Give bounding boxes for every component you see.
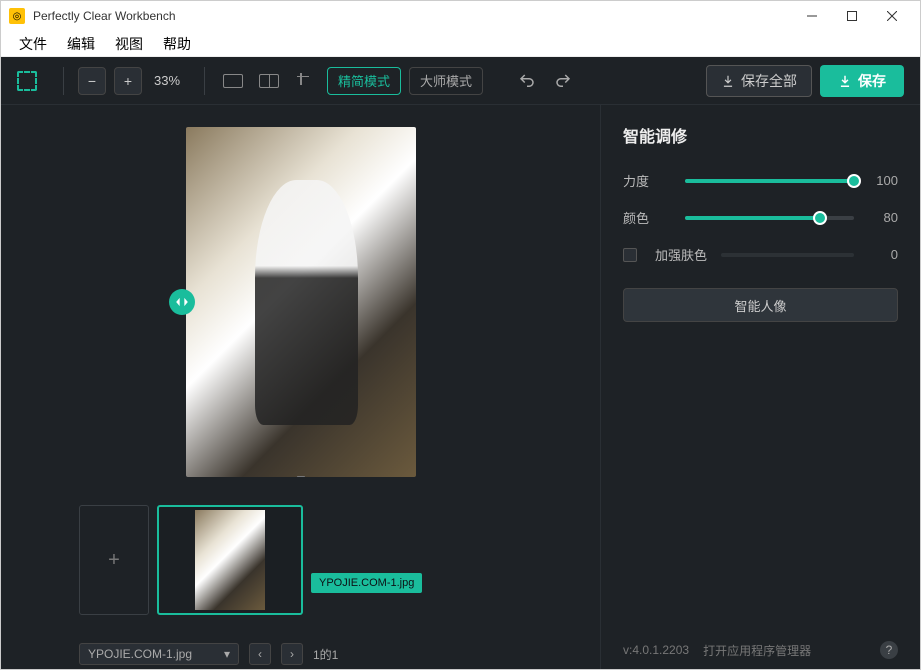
skin-slider-row: 加强肤色 0	[623, 245, 898, 264]
compare-slider-handle[interactable]	[169, 289, 195, 315]
add-image-button[interactable]: +	[79, 505, 149, 615]
file-dropdown[interactable]: YPOJIE.COM-1.jpg ▾	[79, 643, 239, 665]
image-viewport[interactable]: ▲	[1, 105, 600, 499]
chevron-down-icon: ▾	[224, 647, 230, 661]
mode-master-button[interactable]: 大师模式	[409, 67, 483, 95]
save-all-button[interactable]: 保存全部	[706, 65, 812, 97]
view-single-icon[interactable]	[219, 67, 247, 95]
crop-icon[interactable]	[291, 67, 319, 95]
zoom-in-button[interactable]: +	[114, 67, 142, 95]
menu-edit[interactable]: 编辑	[57, 32, 105, 56]
menu-file[interactable]: 文件	[9, 32, 57, 56]
panel-footer: v:4.0.1.2203 打开应用程序管理器 ?	[623, 641, 898, 659]
save-button[interactable]: 保存	[820, 65, 904, 97]
view-split-icon[interactable]	[255, 67, 283, 95]
app-manager-link[interactable]: 打开应用程序管理器	[703, 642, 811, 659]
skin-label: 加强肤色	[655, 245, 707, 264]
undo-button[interactable]	[513, 67, 541, 95]
strength-slider[interactable]	[685, 179, 854, 183]
zoom-out-button[interactable]: −	[78, 67, 106, 95]
panel-title: 智能调修	[623, 123, 898, 147]
close-button[interactable]	[872, 2, 912, 30]
smart-portrait-button[interactable]: 智能人像	[623, 288, 898, 322]
color-value: 80	[868, 210, 898, 225]
skin-checkbox[interactable]	[623, 248, 637, 262]
zoom-percent[interactable]: 33%	[154, 73, 180, 88]
color-slider[interactable]	[685, 216, 854, 220]
help-icon[interactable]: ?	[880, 641, 898, 659]
toolbar: − + 33% 精简模式 大师模式 保存全部 保存	[1, 57, 920, 105]
menubar: 文件 编辑 视图 帮助	[1, 31, 920, 57]
thumbnail-filename-label: YPOJIE.COM-1.jpg	[311, 573, 422, 593]
download-icon	[721, 74, 735, 88]
mode-simple-button[interactable]: 精简模式	[327, 67, 401, 95]
skin-slider[interactable]	[721, 253, 854, 257]
window-title: Perfectly Clear Workbench	[33, 9, 792, 23]
download-icon	[838, 74, 852, 88]
minimize-button[interactable]	[792, 2, 832, 30]
divider	[204, 67, 205, 95]
color-slider-row: 颜色 80	[623, 208, 898, 227]
next-file-button[interactable]: ›	[281, 643, 303, 665]
strength-slider-row: 力度 100	[623, 171, 898, 190]
color-label: 颜色	[623, 208, 671, 227]
titlebar: ◎ Perfectly Clear Workbench	[1, 1, 920, 31]
adjustments-panel: 智能调修 力度 100 颜色 80	[600, 105, 920, 669]
version-label: v:4.0.1.2203	[623, 643, 689, 657]
prev-file-button[interactable]: ‹	[249, 643, 271, 665]
filmstrip: + YPOJIE.COM-1.jpg	[1, 499, 600, 639]
divider	[63, 67, 64, 95]
app-logo-icon: ◎	[9, 8, 25, 24]
indicator-triangle-icon: ▲	[294, 473, 308, 477]
strength-label: 力度	[623, 171, 671, 190]
maximize-button[interactable]	[832, 2, 872, 30]
skin-value: 0	[868, 247, 898, 262]
preview-image: ▲	[186, 127, 416, 477]
menu-view[interactable]: 视图	[105, 32, 153, 56]
brand-icon	[17, 71, 37, 91]
thumbnail-selected[interactable]	[157, 505, 303, 615]
file-position-label: 1的1	[313, 646, 338, 663]
strength-value: 100	[868, 173, 898, 188]
menu-help[interactable]: 帮助	[153, 32, 201, 56]
redo-button[interactable]	[549, 67, 577, 95]
thumbnail-image	[195, 510, 265, 610]
file-bar: YPOJIE.COM-1.jpg ▾ ‹ › 1的1	[1, 639, 600, 669]
